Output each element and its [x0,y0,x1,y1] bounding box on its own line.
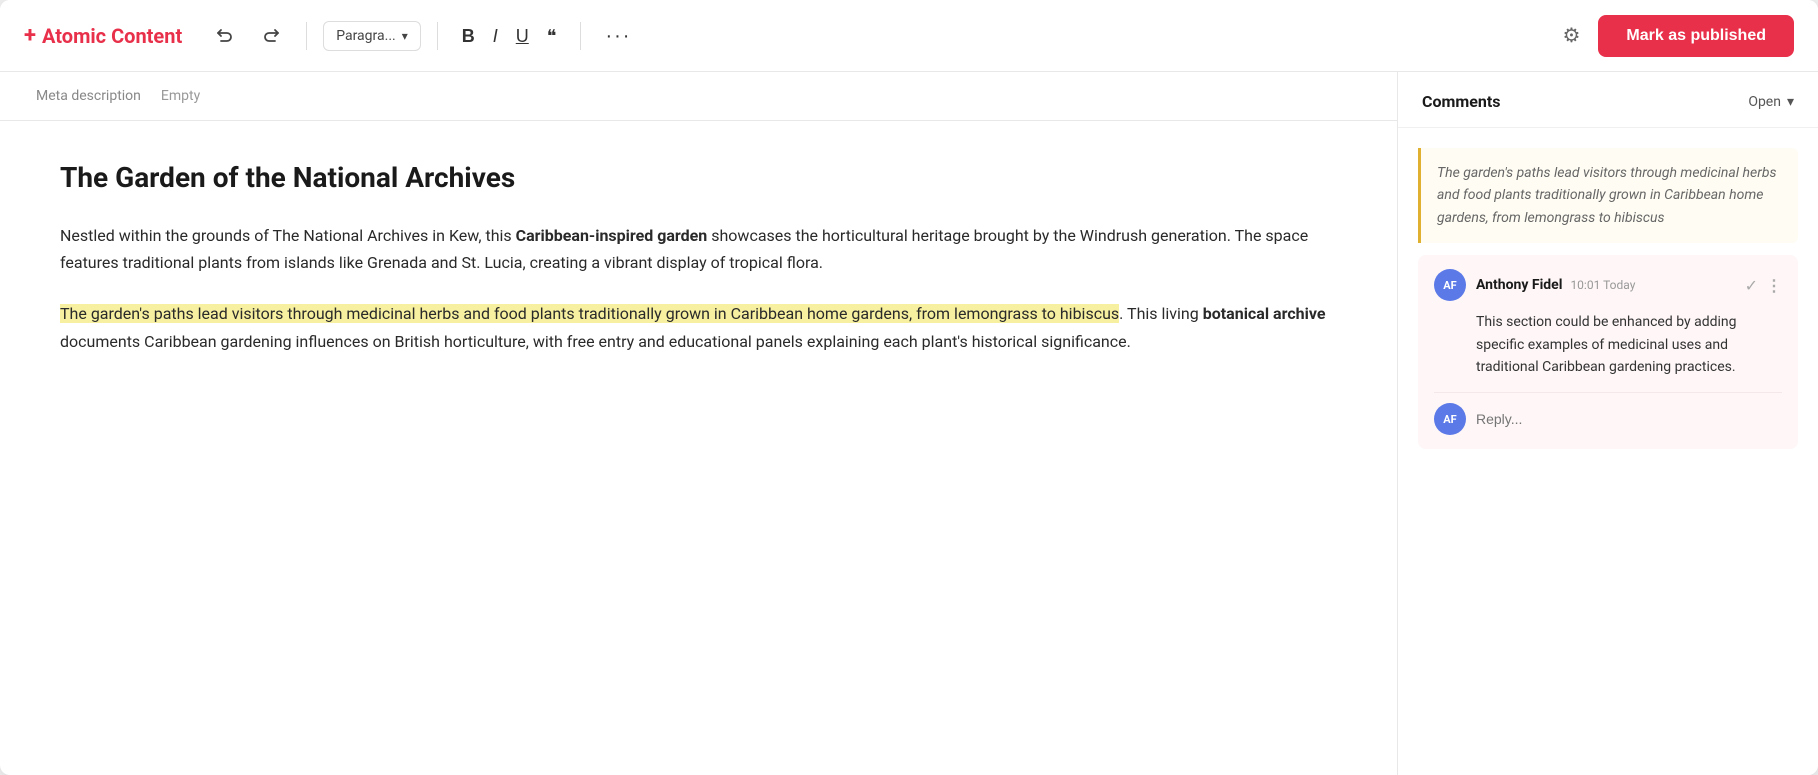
comment-check-icon[interactable]: ✓ [1745,276,1758,295]
paragraph-2-end: documents Caribbean gardening influences… [60,332,1131,351]
comment-time: 10:01 Today [1570,278,1635,292]
paragraph-2-bold: botanical archive [1203,304,1326,323]
toolbar-divider-2 [437,22,438,50]
comment-meta: Anthony Fidel 10:01 Today [1476,277,1635,293]
paragraph-chevron-icon: ▾ [402,29,408,43]
brand-name: Atomic Content [42,24,182,48]
bold-button[interactable]: B [454,21,483,51]
more-options-button[interactable]: ··· [597,20,639,52]
commenter-name: Anthony Fidel [1476,277,1562,293]
main-area: Meta description Empty The Garden of the… [0,72,1818,775]
paragraph-2: The garden's paths lead visitors through… [60,300,1337,354]
meta-description-label: Meta description [36,88,141,104]
comment-thread: AF Anthony Fidel 10:01 Today ✓ ⋮ This se… [1418,255,1798,449]
comments-header: Comments Open ▾ [1398,72,1818,128]
reply-avatar: AF [1434,403,1466,435]
comments-status-chevron-icon: ▾ [1787,94,1794,110]
comments-status-label: Open [1748,94,1781,110]
comment-highlighted-text: The garden's paths lead visitors through… [1437,162,1782,229]
toolbar: + Atomic Content Paragra... ▾ B I U ❝ [0,0,1818,72]
app-window: + Atomic Content Paragra... ▾ B I U ❝ [0,0,1818,775]
paragraph-1-intro: Nestled within the grounds of The Nation… [60,226,516,245]
editor-content[interactable]: The Garden of the National Archives Nest… [0,121,1397,439]
toolbar-divider-1 [306,22,307,50]
comments-status-dropdown[interactable]: Open ▾ [1748,94,1794,110]
paragraph-2-rest: . This living [1119,304,1203,323]
comment-highlight-block: The garden's paths lead visitors through… [1418,148,1798,243]
format-buttons: B I U ❝ [454,21,565,51]
quote-button[interactable]: ❝ [539,21,565,51]
article-heading: The Garden of the National Archives [60,161,1337,194]
italic-button[interactable]: I [485,21,506,51]
reply-area: AF [1434,392,1782,435]
settings-button[interactable]: ⚙ [1556,17,1586,54]
comment-thread-header: AF Anthony Fidel 10:01 Today ✓ ⋮ [1434,269,1782,301]
paragraph-style-select[interactable]: Paragra... ▾ [323,21,421,51]
redo-button[interactable] [254,20,290,52]
toolbar-divider-3 [580,22,581,50]
editor-panel: Meta description Empty The Garden of the… [0,72,1398,775]
paragraph-2-highlight: The garden's paths lead visitors through… [60,304,1119,323]
underline-button[interactable]: U [508,21,537,51]
comment-body: This section could be enhanced by adding… [1476,311,1782,378]
brand-plus-icon: + [24,23,36,48]
meta-description-value: Empty [161,88,200,104]
meta-bar: Meta description Empty [0,72,1397,121]
paragraph-1: Nestled within the grounds of The Nation… [60,222,1337,276]
comments-title: Comments [1422,92,1500,111]
paragraph-1-bold: Caribbean-inspired garden [516,226,708,245]
brand-logo: + Atomic Content [24,23,182,48]
paragraph-style-label: Paragra... [336,28,395,44]
comment-actions: ✓ ⋮ [1745,276,1782,295]
publish-button[interactable]: Mark as published [1598,15,1794,57]
comments-panel: Comments Open ▾ The garden's paths lead … [1398,72,1818,775]
avatar: AF [1434,269,1466,301]
undo-button[interactable] [206,20,242,52]
comment-more-icon[interactable]: ⋮ [1766,276,1782,295]
reply-input[interactable] [1476,411,1782,427]
